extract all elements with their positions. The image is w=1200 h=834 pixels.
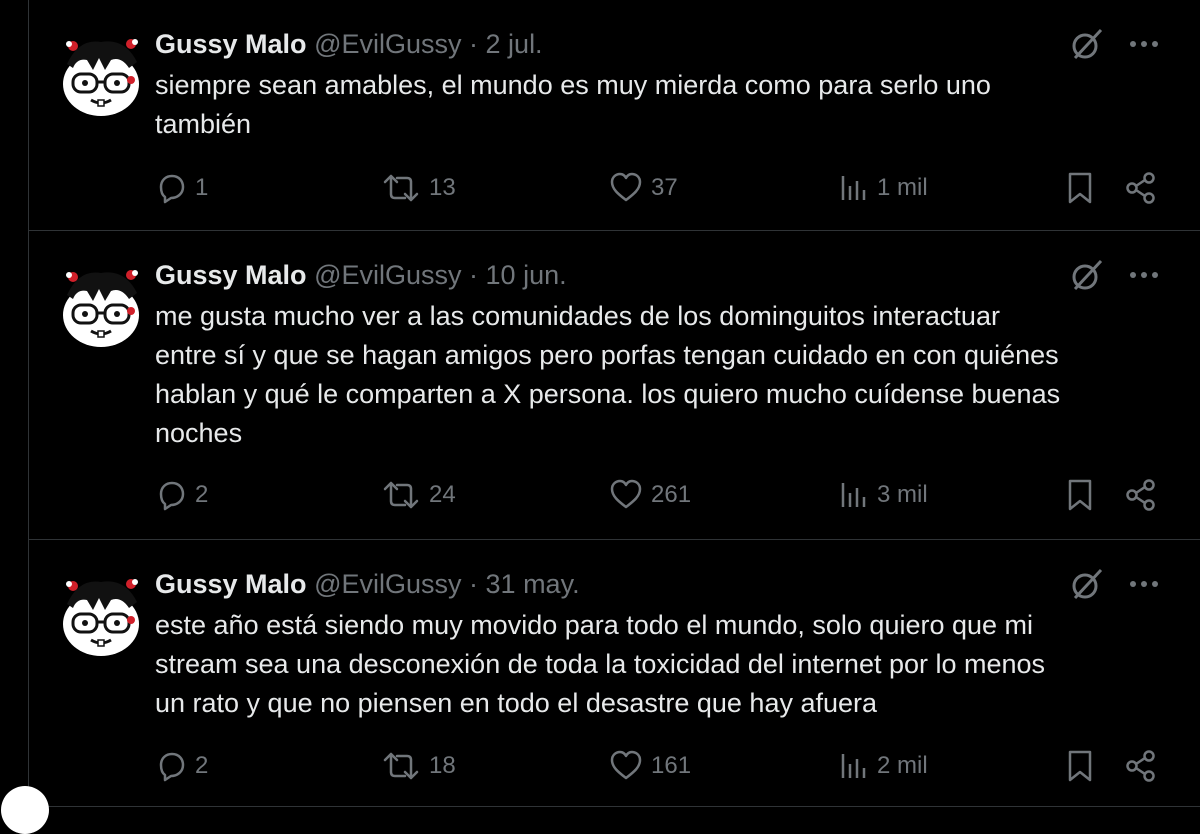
tweet-text-line: hablan y qué le comparten a X persona. l… <box>155 379 1061 409</box>
like-button[interactable]: 37 <box>609 170 678 206</box>
more-icon[interactable] <box>1127 566 1161 602</box>
tweet-text: siempre sean amables, el mundo es muy mi… <box>155 66 1165 144</box>
tweet-date[interactable]: 10 jun. <box>486 260 567 290</box>
tweet-text: este año está siendo muy movido para tod… <box>155 606 1165 723</box>
bookmark-button[interactable] <box>1065 170 1095 206</box>
views-button[interactable]: 3 mil <box>839 477 928 513</box>
retweet-count: 18 <box>429 752 456 779</box>
avatar[interactable] <box>59 265 143 349</box>
floating-button-edge[interactable] <box>1 786 49 834</box>
like-icon <box>609 750 643 782</box>
like-icon <box>609 479 643 511</box>
tweet-text-line: también <box>155 109 252 139</box>
views-icon <box>839 750 869 782</box>
tweet-actions: 2 24 261 3 mil <box>155 477 1165 513</box>
retweet-count: 24 <box>429 481 456 508</box>
grok-icon[interactable] <box>1069 257 1105 293</box>
share-icon <box>1125 172 1157 204</box>
grok-icon[interactable] <box>1069 566 1105 602</box>
author-handle[interactable]: @EvilGussy <box>314 569 461 599</box>
retweet-count: 13 <box>429 174 456 201</box>
separator-dot: · <box>469 29 479 59</box>
more-icon[interactable] <box>1127 26 1161 62</box>
tweet-actions: 2 18 161 2 mil <box>155 748 1165 784</box>
author-handle[interactable]: @EvilGussy <box>314 29 461 59</box>
bookmark-button[interactable] <box>1065 477 1095 513</box>
more-icon[interactable] <box>1127 257 1161 293</box>
tweet-text-line: noches <box>155 418 243 448</box>
tweet-text: me gusta mucho ver a las comunidades de … <box>155 297 1165 453</box>
reply-button[interactable]: 1 <box>155 170 208 206</box>
retweet-button[interactable]: 18 <box>381 748 456 784</box>
views-button[interactable]: 2 mil <box>839 748 928 784</box>
separator-dot: · <box>469 569 479 599</box>
avatar[interactable] <box>59 574 143 658</box>
tweet-header: Gussy Malo @EvilGussy · 2 jul. <box>155 28 543 60</box>
reply-button[interactable]: 2 <box>155 748 208 784</box>
retweet-icon <box>381 750 421 782</box>
share-button[interactable] <box>1125 477 1157 513</box>
reply-icon <box>155 172 187 204</box>
reply-button[interactable]: 2 <box>155 477 208 513</box>
author-name[interactable]: Gussy Malo <box>155 29 307 59</box>
views-icon <box>839 172 869 204</box>
tweet-header: Gussy Malo @EvilGussy · 10 jun. <box>155 259 567 291</box>
bookmark-button[interactable] <box>1065 748 1095 784</box>
views-count: 1 mil <box>877 174 928 201</box>
grok-icon[interactable] <box>1069 26 1105 62</box>
tweet-date[interactable]: 31 may. <box>486 569 580 599</box>
author-handle[interactable]: @EvilGussy <box>314 260 461 290</box>
like-button[interactable]: 261 <box>609 477 691 513</box>
views-count: 3 mil <box>877 481 928 508</box>
tweet-top-actions <box>1069 26 1161 62</box>
separator-dot: · <box>469 260 479 290</box>
tweet-text-line: stream sea una desconexión de toda la to… <box>155 649 1046 679</box>
retweet-button[interactable]: 13 <box>381 170 456 206</box>
bookmark-icon <box>1065 749 1095 783</box>
like-icon <box>609 172 643 204</box>
tweet-date[interactable]: 2 jul. <box>486 29 543 59</box>
retweet-icon <box>381 172 421 204</box>
views-count: 2 mil <box>877 752 928 779</box>
like-count: 261 <box>651 481 692 508</box>
share-button[interactable] <box>1125 170 1157 206</box>
tweet-actions: 1 13 37 1 mil <box>155 170 1165 206</box>
reply-count: 2 <box>195 752 209 779</box>
like-count: 37 <box>651 174 678 201</box>
tweet-top-actions <box>1069 257 1161 293</box>
share-icon <box>1125 750 1157 782</box>
bookmark-icon <box>1065 478 1095 512</box>
tweet[interactable]: Gussy Malo @EvilGussy · 31 may. este año… <box>29 540 1200 807</box>
author-name[interactable]: Gussy Malo <box>155 260 307 290</box>
share-icon <box>1125 479 1157 511</box>
tweet-text-line: me gusta mucho ver a las comunidades de … <box>155 301 1000 331</box>
reply-count: 1 <box>195 174 209 201</box>
tweet-text-line: este año está siendo muy movido para tod… <box>155 610 1034 640</box>
tweet-top-actions <box>1069 566 1161 602</box>
views-button[interactable]: 1 mil <box>839 170 928 206</box>
share-button[interactable] <box>1125 748 1157 784</box>
avatar[interactable] <box>59 34 143 118</box>
reply-icon <box>155 479 187 511</box>
tweet-text-line: un rato y que no piensen en todo el desa… <box>155 688 878 718</box>
views-icon <box>839 479 869 511</box>
timeline: Gussy Malo @EvilGussy · 2 jul. siempre s… <box>1 0 1200 834</box>
author-name[interactable]: Gussy Malo <box>155 569 307 599</box>
tweet-text-line: siempre sean amables, el mundo es muy mi… <box>155 70 991 100</box>
tweet-header: Gussy Malo @EvilGussy · 31 may. <box>155 568 580 600</box>
tweet[interactable]: Gussy Malo @EvilGussy · 2 jul. siempre s… <box>29 0 1200 231</box>
retweet-button[interactable]: 24 <box>381 477 456 513</box>
reply-count: 2 <box>195 481 209 508</box>
like-count: 161 <box>651 752 692 779</box>
retweet-icon <box>381 479 421 511</box>
tweet-text-line: entre sí y que se hagan amigos pero porf… <box>155 340 1059 370</box>
tweet[interactable]: Gussy Malo @EvilGussy · 10 jun. me gusta… <box>29 231 1200 540</box>
bookmark-icon <box>1065 171 1095 205</box>
reply-icon <box>155 750 187 782</box>
like-button[interactable]: 161 <box>609 748 691 784</box>
